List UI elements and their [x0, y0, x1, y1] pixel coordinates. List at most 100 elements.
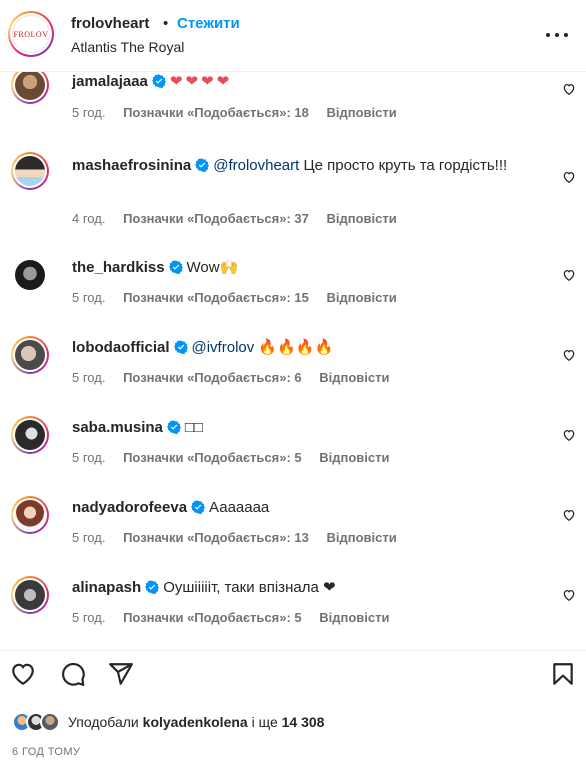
comment-like-heart-icon[interactable]: [562, 268, 576, 282]
comment-time: 5 год.: [72, 290, 106, 305]
comment-likes[interactable]: Позначки «Подобається»: 37: [123, 211, 309, 226]
post-location[interactable]: Atlantis The Royal: [71, 39, 184, 55]
comment-time: 5 год.: [72, 450, 106, 465]
comment-like-heart-icon[interactable]: [562, 508, 576, 522]
author-avatar[interactable]: FROLOV: [8, 11, 54, 57]
reply-button[interactable]: Відповісти: [319, 450, 389, 465]
comment-like-heart-icon[interactable]: [562, 82, 576, 96]
comment-time: 4 год.: [72, 211, 106, 226]
reply-button[interactable]: Відповісти: [326, 105, 396, 120]
comment-text: mashaefrosinina @frolovheart Це просто кр…: [72, 155, 527, 177]
verified-badge-icon: [166, 420, 181, 434]
comments-list[interactable]: jamalajaaa ❤❤❤❤ 5 год. Позначки «Подобаєт…: [0, 72, 586, 650]
comment-body: 🔥🔥🔥🔥: [254, 339, 334, 356]
comment-text: the_hardkiss Wow🙌: [72, 257, 527, 279]
post-header: FROLOV frolovheart • Стежити Atlantis Th…: [0, 0, 586, 72]
comment-text: saba.musina □□: [72, 417, 527, 439]
comment-body: Оушіііііт, таки впізнала ❤: [163, 579, 336, 596]
verified-badge-icon: [191, 500, 206, 514]
comment-meta: 4 год. Позначки «Подобається»: 37 Відпов…: [72, 211, 397, 226]
more-options-icon[interactable]: [546, 24, 568, 46]
comment-like-heart-icon[interactable]: [562, 170, 576, 184]
comment-item: lobodaofficial @ivfrolov 🔥🔥🔥🔥 5 год. Позн…: [0, 334, 586, 404]
comment-body: Wow🙌: [186, 259, 239, 276]
comment-body: □□: [184, 419, 203, 436]
comment-likes[interactable]: Позначки «Подобається»: 5: [123, 450, 302, 465]
bookmark-icon[interactable]: [550, 661, 576, 687]
comment-like-heart-icon[interactable]: [562, 348, 576, 362]
liked-by-prefix: Уподобали: [68, 714, 139, 730]
verified-badge-icon: [173, 340, 188, 354]
comment-time: 5 год.: [72, 370, 106, 385]
commenter-username[interactable]: alinapash: [72, 579, 141, 596]
commenter-avatar[interactable]: [11, 576, 49, 614]
frolov-logo: FROLOV: [12, 15, 50, 53]
share-icon[interactable]: [108, 661, 134, 687]
separator-dot: •: [163, 15, 169, 32]
comment-body: ❤❤❤❤: [169, 73, 233, 90]
liked-by-count[interactable]: і ще 14 308: [252, 714, 325, 730]
comment-text: nadyadorofeeva Ааааааа: [72, 497, 527, 519]
liker-avatar: [40, 712, 60, 732]
commenter-username[interactable]: saba.musina: [72, 419, 163, 436]
comment-meta: 5 год. Позначки «Подобається»: 5 Відпові…: [72, 450, 390, 465]
verified-badge-icon: [151, 74, 166, 88]
comment-time: 5 год.: [72, 530, 106, 545]
post-actions: Уподобали kolyadenkolena і ще 14 308 6 Г…: [0, 650, 586, 768]
comment-likes[interactable]: Позначки «Подобається»: 6: [123, 370, 302, 385]
mention-link[interactable]: @ivfrolov: [192, 339, 255, 356]
commenter-avatar[interactable]: [11, 416, 49, 454]
comment-likes[interactable]: Позначки «Подобається»: 18: [123, 105, 309, 120]
comment-time: 5 год.: [72, 610, 106, 625]
comment-meta: 5 год. Позначки «Подобається»: 6 Відпові…: [72, 370, 390, 385]
comment-likes[interactable]: Позначки «Подобається»: 5: [123, 610, 302, 625]
comment-item: mashaefrosinina @frolovheart Це просто кр…: [0, 148, 586, 232]
comment-likes[interactable]: Позначки «Подобається»: 13: [123, 530, 309, 545]
reply-button[interactable]: Відповісти: [326, 290, 396, 305]
comment-meta: 5 год. Позначки «Подобається»: 15 Відпов…: [72, 290, 397, 305]
liked-by-user[interactable]: kolyadenkolena: [143, 714, 248, 730]
comment-meta: 5 год. Позначки «Подобається»: 13 Відпов…: [72, 530, 397, 545]
commenter-username[interactable]: nadyadorofeeva: [72, 499, 187, 516]
comment-text: jamalajaaa ❤❤❤❤: [72, 72, 527, 93]
commenter-avatar[interactable]: [11, 496, 49, 534]
post-time-ago: 6 ГОД ТОМУ: [12, 746, 81, 758]
reply-button[interactable]: Відповісти: [319, 370, 389, 385]
verified-badge-icon: [145, 580, 160, 594]
mention-link[interactable]: @frolovheart: [213, 157, 299, 174]
comment-like-heart-icon[interactable]: [562, 428, 576, 442]
comment-item: saba.musina □□ 5 год. Позначки «Подобаєть…: [0, 414, 586, 484]
reply-button[interactable]: Відповісти: [319, 610, 389, 625]
comment-like-heart-icon[interactable]: [562, 588, 576, 602]
commenter-username[interactable]: the_hardkiss: [72, 259, 165, 276]
author-username[interactable]: frolovheart: [71, 15, 149, 32]
commenter-username[interactable]: lobodaofficial: [72, 339, 170, 356]
reply-button[interactable]: Відповісти: [326, 530, 396, 545]
comment-body: Це просто круть та гордість!!!: [299, 157, 508, 174]
commenter-username[interactable]: jamalajaaa: [72, 73, 148, 90]
comment-likes[interactable]: Позначки «Подобається»: 15: [123, 290, 309, 305]
commenter-avatar[interactable]: [11, 256, 49, 294]
comment-body: Ааааааа: [209, 499, 270, 516]
comment-icon[interactable]: [60, 661, 86, 687]
comment-meta: 5 год. Позначки «Подобається»: 18 Відпов…: [72, 105, 397, 120]
comment-time: 5 год.: [72, 105, 106, 120]
comment-meta: 5 год. Позначки «Подобається»: 5 Відпові…: [72, 610, 390, 625]
commenter-avatar[interactable]: [11, 72, 49, 104]
comment-item: nadyadorofeeva Ааааааа 5 год. Позначки «П…: [0, 494, 586, 564]
comment-text: alinapash Оушіііііт, таки впізнала ❤: [72, 577, 527, 599]
follow-button[interactable]: Стежити: [177, 15, 240, 32]
commenter-username[interactable]: mashaefrosinina: [72, 157, 191, 174]
commenter-avatar[interactable]: [11, 336, 49, 374]
comment-text: lobodaofficial @ivfrolov 🔥🔥🔥🔥: [72, 337, 527, 359]
verified-badge-icon: [195, 158, 210, 172]
comment-item: the_hardkiss Wow🙌 5 год. Позначки «Подоба…: [0, 252, 586, 322]
commenter-avatar[interactable]: [11, 152, 49, 190]
verified-badge-icon: [168, 260, 183, 274]
comment-item: jamalajaaa ❤❤❤❤ 5 год. Позначки «Подобаєт…: [0, 72, 586, 134]
heart-icon[interactable]: [10, 661, 36, 687]
liked-by-row[interactable]: Уподобали kolyadenkolena і ще 14 308: [12, 711, 324, 733]
liked-by-text: Уподобали kolyadenkolena і ще 14 308: [68, 714, 324, 730]
reply-button[interactable]: Відповісти: [326, 211, 396, 226]
comment-item: alinapash Оушіііііт, таки впізнала ❤ 5 го…: [0, 574, 586, 644]
